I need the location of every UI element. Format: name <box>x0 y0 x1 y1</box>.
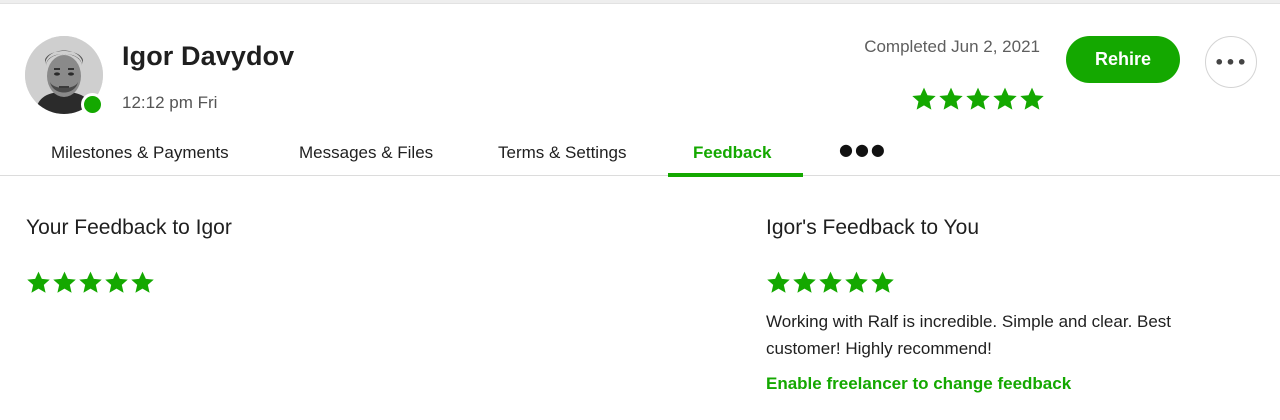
freelancer-name[interactable]: Igor Davydov <box>122 41 294 72</box>
star-icon <box>767 271 790 293</box>
online-status-icon <box>81 93 104 116</box>
tab-messages-files[interactable]: Messages & Files <box>299 132 433 176</box>
star-icon <box>845 271 868 293</box>
tab-milestones-payments[interactable]: Milestones & Payments <box>51 132 229 176</box>
contract-status: Completed Jun 2, 2021 <box>864 37 1040 56</box>
ellipsis-icon: ••• <box>1214 52 1248 72</box>
star-icon <box>966 87 990 110</box>
enable-change-feedback-link[interactable]: Enable freelancer to change feedback <box>766 374 1071 394</box>
star-icon <box>939 87 963 110</box>
star-icon <box>105 271 128 293</box>
star-icon <box>871 271 894 293</box>
star-icon <box>793 271 816 293</box>
avatar[interactable] <box>25 36 104 116</box>
your-feedback-title: Your Feedback to Igor <box>26 216 232 239</box>
contract-tabs: Milestones & Payments Messages & Files T… <box>0 132 1280 177</box>
more-options-button[interactable]: ••• <box>1205 36 1257 88</box>
tab-feedback[interactable]: Feedback <box>693 132 771 176</box>
local-time: 12:12 pm Fri <box>122 93 218 112</box>
more-tabs-button[interactable]: ●●● <box>839 140 887 159</box>
freelancer-feedback-comment: Working with Ralf is incredible. Simple … <box>766 312 1172 358</box>
freelancer-feedback-title: Igor's Feedback to You <box>766 216 979 239</box>
active-tab-indicator <box>668 173 803 177</box>
freelancer-feedback-rating <box>766 270 895 295</box>
star-icon <box>1020 87 1044 110</box>
star-icon <box>912 87 936 110</box>
star-icon <box>79 271 102 293</box>
star-icon <box>993 87 1017 110</box>
your-feedback-rating <box>26 270 155 295</box>
rehire-button[interactable]: Rehire <box>1066 36 1180 83</box>
star-icon <box>819 271 842 293</box>
tab-terms-settings[interactable]: Terms & Settings <box>498 132 627 176</box>
star-icon <box>131 271 154 293</box>
star-icon <box>53 271 76 293</box>
top-border <box>0 0 1280 4</box>
contract-page: Igor Davydov 12:12 pm Fri Completed Jun … <box>0 0 1280 420</box>
star-icon <box>27 271 50 293</box>
header-rating <box>911 86 1045 112</box>
